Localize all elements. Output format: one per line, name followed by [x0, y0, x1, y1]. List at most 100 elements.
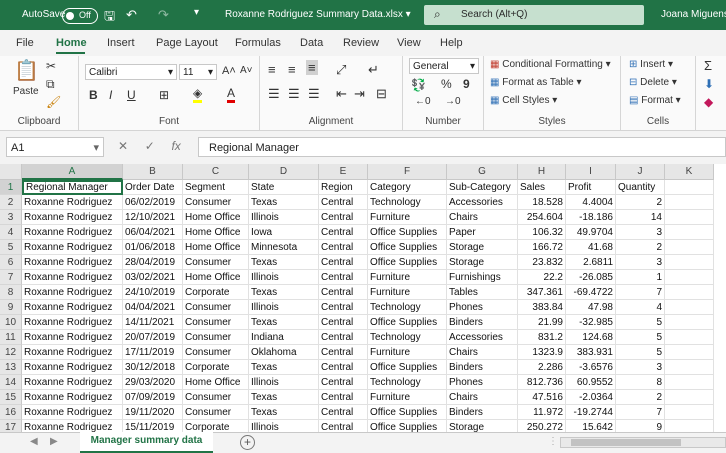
table-cell[interactable]: Chairs: [447, 345, 518, 360]
align-center-icon[interactable]: ☰: [288, 86, 300, 102]
table-cell[interactable]: Tables: [447, 285, 518, 300]
table-cell[interactable]: [665, 315, 714, 330]
table-cell[interactable]: Central: [319, 300, 368, 315]
table-cell[interactable]: 60.9552: [566, 375, 616, 390]
table-cell[interactable]: Technology: [368, 195, 447, 210]
tab-splitter-icon[interactable]: ⋮: [548, 436, 558, 447]
table-cell[interactable]: Oklahoma: [249, 345, 319, 360]
table-cell[interactable]: Consumer: [183, 345, 249, 360]
table-cell[interactable]: 11.972: [518, 405, 566, 420]
italic-button[interactable]: I: [109, 88, 112, 102]
table-cell[interactable]: Storage: [447, 420, 518, 432]
table-cell[interactable]: Roxanne Rodriguez: [22, 255, 123, 270]
table-cell[interactable]: 15.642: [566, 420, 616, 432]
column-header-j[interactable]: J: [616, 164, 665, 180]
header-cell[interactable]: State: [249, 180, 319, 195]
row-header[interactable]: 10: [0, 315, 22, 330]
row-header[interactable]: 8: [0, 285, 22, 300]
select-all-corner[interactable]: [0, 164, 22, 180]
save-icon[interactable]: 🖫: [104, 7, 115, 29]
table-cell[interactable]: 5: [616, 345, 665, 360]
row-header[interactable]: 7: [0, 270, 22, 285]
table-cell[interactable]: 2: [616, 390, 665, 405]
horizontal-scrollbar[interactable]: [560, 437, 726, 448]
spreadsheet-grid[interactable]: A B C D E F G H I J K 1 Regional Manager Order Date Se…: [0, 164, 726, 432]
table-cell[interactable]: Illinois: [249, 270, 319, 285]
table-cell[interactable]: Roxanne Rodriguez: [22, 345, 123, 360]
table-cell[interactable]: Central: [319, 345, 368, 360]
column-header-f[interactable]: F: [368, 164, 447, 180]
tab-review[interactable]: Review: [343, 37, 379, 49]
table-cell[interactable]: Roxanne Rodriguez: [22, 240, 123, 255]
table-cell[interactable]: [665, 225, 714, 240]
table-cell[interactable]: 03/02/2021: [123, 270, 183, 285]
tab-formulas[interactable]: Formulas: [235, 37, 281, 49]
table-cell[interactable]: 812.736: [518, 375, 566, 390]
table-cell[interactable]: Central: [319, 360, 368, 375]
table-cell[interactable]: Consumer: [183, 315, 249, 330]
table-cell[interactable]: 18.528: [518, 195, 566, 210]
cancel-entry-icon[interactable]: ✕: [118, 139, 128, 153]
table-cell[interactable]: Office Supplies: [368, 315, 447, 330]
table-cell[interactable]: Roxanne Rodriguez: [22, 420, 123, 432]
table-cell[interactable]: Central: [319, 240, 368, 255]
orientation-icon[interactable]: ⤢: [336, 62, 346, 78]
table-cell[interactable]: 1: [616, 270, 665, 285]
table-cell[interactable]: 04/04/2021: [123, 300, 183, 315]
table-cell[interactable]: Consumer: [183, 300, 249, 315]
table-cell[interactable]: [665, 270, 714, 285]
table-cell[interactable]: Corporate: [183, 420, 249, 432]
header-cell[interactable]: Regional Manager: [22, 180, 123, 195]
row-header[interactable]: 6: [0, 255, 22, 270]
table-cell[interactable]: [665, 330, 714, 345]
tab-insert[interactable]: Insert: [107, 37, 135, 49]
autosave-toggle[interactable]: Off: [62, 8, 98, 24]
align-left-icon[interactable]: ☰: [268, 86, 280, 102]
table-cell[interactable]: 06/04/2021: [123, 225, 183, 240]
table-cell[interactable]: 49.9704: [566, 225, 616, 240]
customize-qat-icon[interactable]: ▾: [194, 7, 199, 18]
table-cell[interactable]: Roxanne Rodriguez: [22, 375, 123, 390]
table-cell[interactable]: Office Supplies: [368, 240, 447, 255]
table-cell[interactable]: -32.985: [566, 315, 616, 330]
table-cell[interactable]: -18.186: [566, 210, 616, 225]
column-header-g[interactable]: G: [447, 164, 518, 180]
table-cell[interactable]: Texas: [249, 195, 319, 210]
table-cell[interactable]: Storage: [447, 240, 518, 255]
table-cell[interactable]: Chairs: [447, 390, 518, 405]
table-cell[interactable]: [665, 360, 714, 375]
align-right-icon[interactable]: ☰: [308, 86, 320, 102]
header-cell[interactable]: [665, 180, 714, 195]
table-cell[interactable]: Furniture: [368, 345, 447, 360]
table-cell[interactable]: 2: [616, 240, 665, 255]
table-cell[interactable]: 347.361: [518, 285, 566, 300]
table-cell[interactable]: -19.2744: [566, 405, 616, 420]
wrap-text-icon[interactable]: ↵: [368, 62, 379, 78]
table-cell[interactable]: Home Office: [183, 210, 249, 225]
table-cell[interactable]: Roxanne Rodriguez: [22, 225, 123, 240]
table-cell[interactable]: Texas: [249, 255, 319, 270]
search-box[interactable]: ⌕ Search (Alt+Q): [424, 5, 644, 25]
column-header-b[interactable]: B: [123, 164, 183, 180]
table-cell[interactable]: Central: [319, 195, 368, 210]
table-cell[interactable]: Phones: [447, 375, 518, 390]
table-cell[interactable]: 12/10/2021: [123, 210, 183, 225]
column-header-c[interactable]: C: [183, 164, 249, 180]
table-cell[interactable]: Iowa: [249, 225, 319, 240]
header-cell[interactable]: Category: [368, 180, 447, 195]
table-cell[interactable]: Phones: [447, 300, 518, 315]
table-cell[interactable]: [665, 300, 714, 315]
table-cell[interactable]: 124.68: [566, 330, 616, 345]
fill-color-icon[interactable]: ◈: [193, 86, 203, 103]
table-cell[interactable]: Office Supplies: [368, 420, 447, 432]
row-header[interactable]: 14: [0, 375, 22, 390]
table-cell[interactable]: Central: [319, 375, 368, 390]
copy-icon[interactable]: ⧉: [46, 77, 55, 92]
table-cell[interactable]: 383.84: [518, 300, 566, 315]
cell-styles-button[interactable]: ▦ Cell Styles ▾: [490, 95, 557, 106]
table-cell[interactable]: 7: [616, 285, 665, 300]
table-cell[interactable]: 30/12/2018: [123, 360, 183, 375]
table-cell[interactable]: 2.6811: [566, 255, 616, 270]
table-cell[interactable]: -3.6576: [566, 360, 616, 375]
table-cell[interactable]: [665, 210, 714, 225]
